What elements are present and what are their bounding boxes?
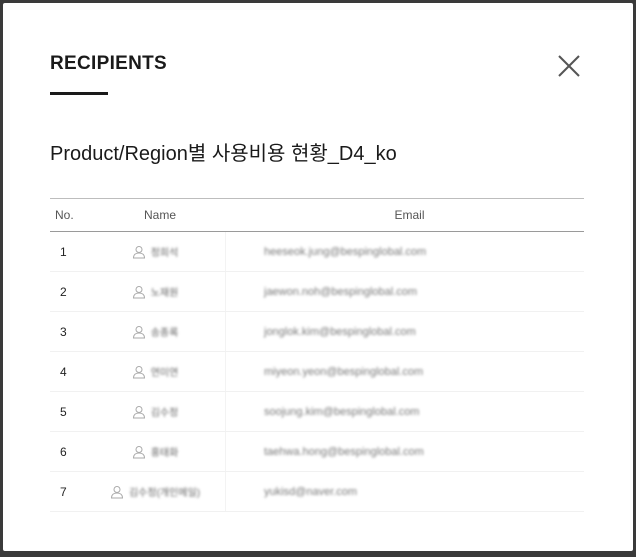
row-number: 2 xyxy=(60,284,67,299)
table-row: 2 노재원 jaewon.noh@bespinglobal.com xyxy=(50,272,584,312)
recipient-email: yukisd@naver.com xyxy=(264,485,358,498)
recipient-name: 김수정(개인메일) xyxy=(128,488,201,499)
recipient-email: jonglok.kim@bespinglobal.com xyxy=(264,325,416,338)
user-icon xyxy=(110,485,123,498)
row-number: 3 xyxy=(60,324,67,339)
recipient-name: 홍태화 xyxy=(150,448,179,459)
row-number: 4 xyxy=(60,364,67,379)
recipient-email: jaewon.noh@bespinglobal.com xyxy=(264,285,418,298)
row-number: 7 xyxy=(60,484,67,499)
table-body: 1 정희석 heeseok.jung@bespinglobal.com 2 노재원 jae… xyxy=(50,232,584,512)
recipient-email: heeseok.jung@bespinglobal.com xyxy=(264,245,427,258)
header-email: Email xyxy=(394,208,425,222)
report-title: Product/Region별 사용비용 현황_D4_ko xyxy=(50,143,397,165)
modal-title: RECIPIENTS xyxy=(50,53,168,74)
user-icon xyxy=(132,445,145,458)
recipient-name: 김수정 xyxy=(150,408,179,419)
user-icon xyxy=(132,325,145,338)
recipient-email: taehwa.hong@bespinglobal.com xyxy=(264,445,424,458)
recipient-email: miyeon.yeon@bespinglobal.com xyxy=(264,365,424,378)
recipient-name-cell: 홍태화 xyxy=(85,432,226,471)
user-icon xyxy=(132,365,145,378)
row-number: 6 xyxy=(60,444,67,459)
recipient-name-cell: 노재원 xyxy=(85,272,226,311)
recipient-name: 연미연 xyxy=(150,368,179,379)
title-underline xyxy=(50,92,108,95)
user-icon xyxy=(132,285,145,298)
header-name: Name xyxy=(143,208,176,222)
table-row: 5 김수정 soojung.kim@bespinglobal.com xyxy=(50,392,584,432)
table-row: 4 연미연 miyeon.yeon@bespinglobal.com xyxy=(50,352,584,392)
recipient-name: 노재원 xyxy=(150,288,179,299)
recipients-table: No. Name Email 1 정희석 heeseok.jung@bespingl… xyxy=(50,198,584,512)
close-button[interactable] xyxy=(554,51,584,81)
table-row: 6 홍태화 taehwa.hong@bespinglobal.com xyxy=(50,432,584,472)
recipient-name: 송종록 xyxy=(150,328,179,339)
user-icon xyxy=(132,245,145,258)
user-icon xyxy=(132,405,145,418)
row-number: 5 xyxy=(60,404,67,419)
table-row: 7 김수정(개인메일) yukisd@naver.com xyxy=(50,472,584,512)
recipient-name-cell: 정희석 xyxy=(85,232,226,271)
table-row: 1 정희석 heeseok.jung@bespinglobal.com xyxy=(50,232,584,272)
table-row: 3 송종록 jonglok.kim@bespinglobal.com xyxy=(50,312,584,352)
recipient-name-cell: 김수정(개인메일) xyxy=(85,472,226,511)
header-no: No. xyxy=(55,208,74,222)
recipient-email: soojung.kim@bespinglobal.com xyxy=(264,405,420,418)
recipients-modal: RECIPIENTS Product/Region별 사용비용 현황_D4_ko… xyxy=(3,3,633,551)
close-icon xyxy=(558,55,580,77)
row-number: 1 xyxy=(60,244,67,259)
recipient-name: 정희석 xyxy=(150,248,179,259)
recipient-name-cell: 연미연 xyxy=(85,352,226,391)
recipient-name-cell: 송종록 xyxy=(85,312,226,351)
table-header: No. Name Email xyxy=(50,198,584,232)
recipient-name-cell: 김수정 xyxy=(85,392,226,431)
